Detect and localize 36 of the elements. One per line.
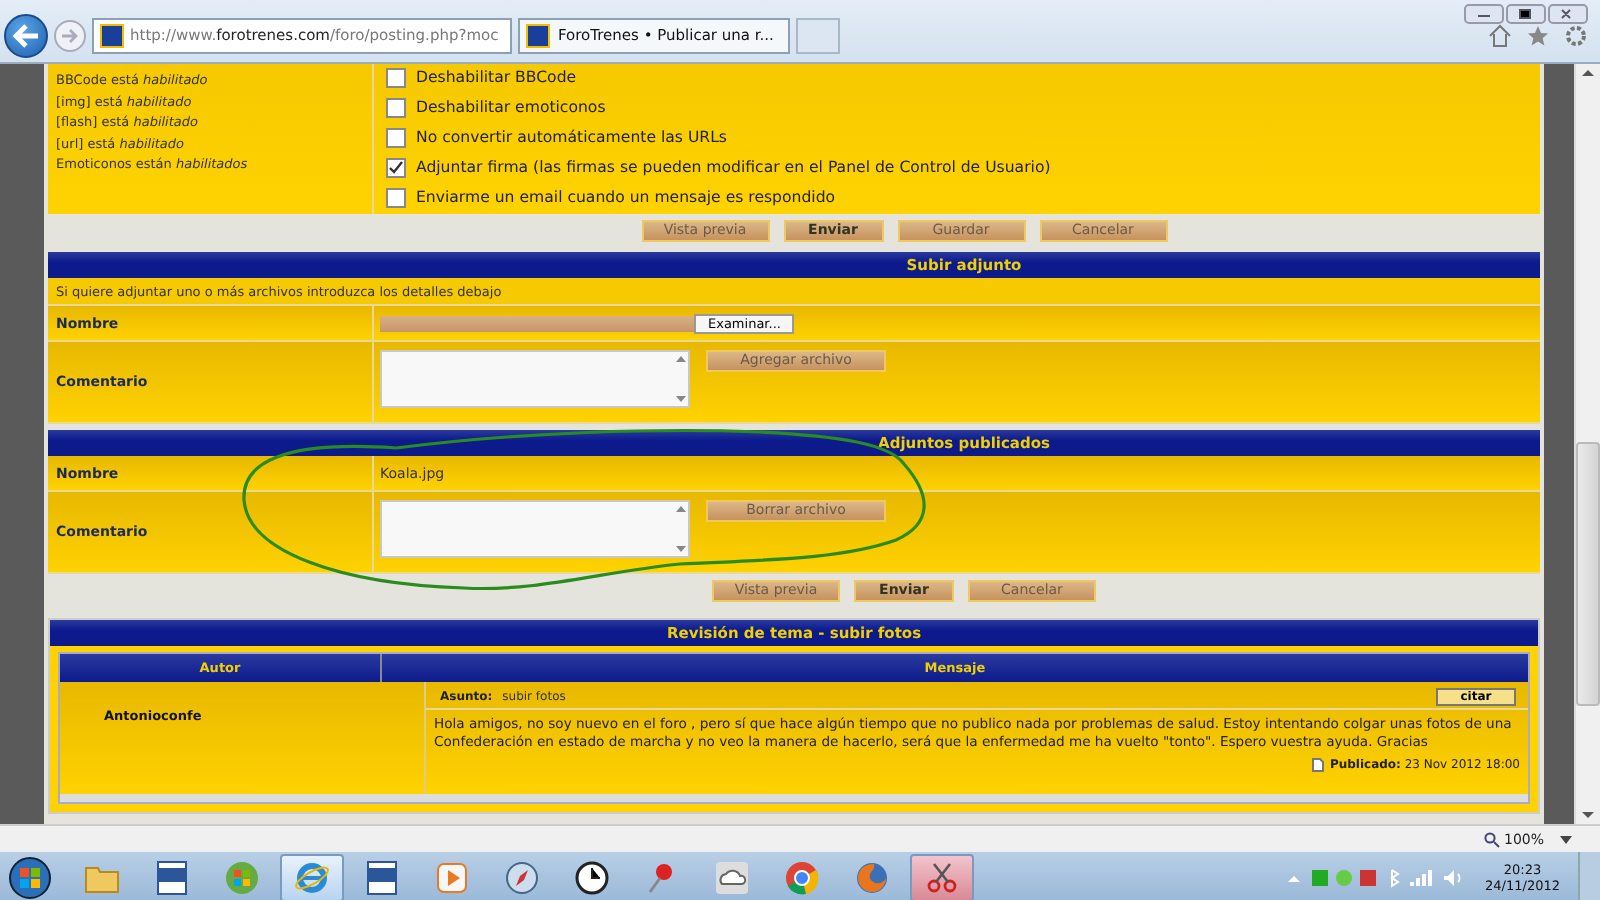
- scroll-down-icon[interactable]: [1582, 810, 1594, 820]
- scroll-up-icon[interactable]: [1582, 68, 1594, 78]
- document-w-icon: [154, 859, 190, 895]
- checkbox[interactable]: [386, 67, 406, 87]
- cloud-icon: [714, 859, 750, 895]
- file-input[interactable]: [380, 315, 694, 331]
- clock-icon: [574, 859, 610, 895]
- back-arrow-icon: [12, 23, 40, 47]
- document-icon: [1311, 758, 1324, 772]
- document-w-icon: [364, 859, 400, 895]
- home-star-settings-icon[interactable]: [1488, 23, 1588, 47]
- fox-globe-icon: [854, 859, 890, 895]
- compass-icon: [504, 859, 540, 895]
- site-logo-icon: [526, 23, 550, 47]
- site-logo-icon: [100, 23, 124, 47]
- windows-logo-icon: [224, 859, 260, 895]
- scissors-icon: [924, 859, 960, 895]
- forward-arrow-icon: [60, 27, 80, 43]
- browser-e-icon: [294, 859, 330, 895]
- forward-button[interactable]: [54, 19, 86, 51]
- checkbox[interactable]: [386, 157, 406, 177]
- dropdown-caret-icon[interactable]: [1560, 835, 1572, 843]
- scrollbar-thumb[interactable]: [1576, 442, 1600, 706]
- start-button-icon[interactable]: [8, 855, 52, 899]
- system-tray-icons[interactable]: [1283, 867, 1464, 887]
- play-icon: [434, 859, 470, 895]
- checkbox[interactable]: [386, 127, 406, 147]
- chrome-logo-icon: [784, 859, 820, 895]
- zoom-icon: [1483, 831, 1500, 847]
- checkbox[interactable]: [386, 187, 406, 207]
- scrollbar[interactable]: [1574, 64, 1600, 824]
- scroll-arrows-icon: [676, 504, 686, 554]
- window-controls-icon[interactable]: [1464, 4, 1588, 24]
- scroll-arrows-icon: [676, 354, 686, 404]
- checkbox[interactable]: [386, 97, 406, 117]
- back-button[interactable]: [4, 13, 48, 57]
